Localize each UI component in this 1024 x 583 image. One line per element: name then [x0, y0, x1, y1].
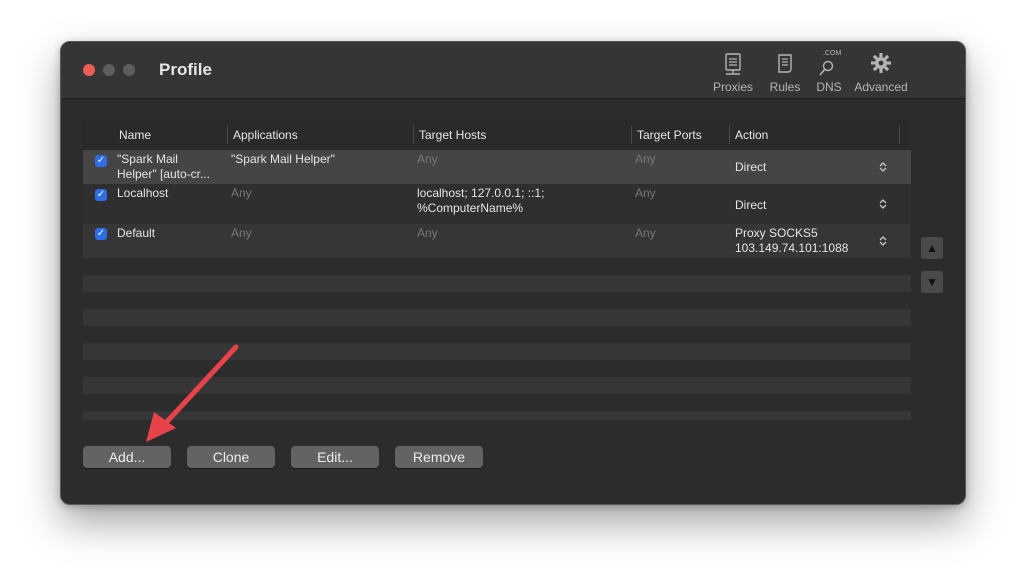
zoom-window-button[interactable] — [123, 64, 135, 76]
column-divider[interactable] — [729, 126, 730, 144]
rule-name: Default — [117, 226, 156, 240]
rule-target-hosts: Any — [417, 152, 438, 166]
rule-action-select[interactable]: Direct — [735, 160, 766, 175]
rule-target-hosts: localhost; 127.0.0.1; ::1; %ComputerName… — [417, 186, 627, 216]
rule-action-line: Proxy SOCKS5 — [735, 226, 818, 240]
toolbar-rules[interactable]: Rules — [765, 50, 805, 96]
rules-icon — [778, 54, 792, 73]
enabled-checkbox[interactable]: ✓ — [95, 189, 107, 201]
edit-button[interactable]: Edit... — [291, 446, 379, 468]
empty-row — [83, 275, 911, 292]
popup-chevron-icon[interactable] — [879, 235, 887, 250]
column-header-target-ports[interactable]: Target Ports — [637, 120, 702, 150]
table-row[interactable]: ✓ Localhost Any localhost; 127.0.0.1; ::… — [83, 184, 911, 224]
dns-icon: .COM — [814, 50, 844, 76]
column-header-name[interactable]: Name — [119, 120, 151, 150]
magnifier-icon — [819, 60, 834, 76]
dns-label: DNS — [816, 80, 842, 94]
table-header: Name Applications Target Hosts Target Po… — [83, 120, 911, 150]
column-header-action[interactable]: Action — [735, 120, 768, 150]
move-down-button[interactable]: ▼ — [921, 271, 943, 293]
dns-icon-badge: .COM — [823, 50, 842, 57]
window-title: Profile — [159, 60, 212, 79]
empty-row — [83, 411, 911, 420]
column-header-target-hosts[interactable]: Target Hosts — [419, 120, 486, 150]
rule-action-select[interactable]: Direct — [735, 198, 766, 213]
close-window-button[interactable] — [83, 64, 95, 76]
rule-target-ports: Any — [635, 186, 656, 200]
rule-action-line: 103.149.74.101:1088 — [735, 241, 849, 255]
rule-applications: Any — [231, 186, 252, 200]
column-divider[interactable] — [899, 126, 900, 144]
popup-chevron-icon[interactable] — [879, 198, 887, 213]
rules-table: Name Applications Target Hosts Target Po… — [83, 120, 911, 420]
move-up-button[interactable]: ▲ — [921, 237, 943, 259]
proxies-icon — [725, 53, 741, 75]
rule-target-ports: Any — [635, 226, 656, 240]
column-divider[interactable] — [413, 126, 414, 144]
title-bar: Profile Proxies Rules .COM DNS Advanced — [61, 42, 965, 99]
column-divider[interactable] — [227, 126, 228, 144]
table-row[interactable]: ✓ "Spark Mail Helper" [auto-cr... "Spark… — [83, 150, 911, 184]
toolbar-advanced[interactable]: Advanced — [853, 50, 909, 96]
column-header-applications[interactable]: Applications — [233, 120, 298, 150]
rule-applications: Any — [231, 226, 252, 240]
column-divider[interactable] — [631, 126, 632, 144]
table-row[interactable]: ✓ Default Any Any Any Proxy SOCKS5 103.1… — [83, 224, 911, 258]
add-button[interactable]: Add... — [83, 446, 171, 468]
minimize-window-button[interactable] — [103, 64, 115, 76]
toolbar-proxies[interactable]: Proxies — [708, 50, 758, 96]
profile-window: Profile Proxies Rules .COM DNS Advanced … — [60, 41, 966, 505]
remove-button[interactable]: Remove — [395, 446, 483, 468]
advanced-label: Advanced — [854, 80, 908, 94]
rule-name: "Spark Mail Helper" [auto-cr... — [117, 152, 225, 182]
enabled-checkbox[interactable]: ✓ — [95, 228, 107, 240]
rule-name-line: "Spark Mail — [117, 152, 178, 166]
gear-icon — [871, 53, 891, 73]
toolbar-dns[interactable]: .COM DNS — [811, 50, 847, 96]
clone-button[interactable]: Clone — [187, 446, 275, 468]
empty-row — [83, 309, 911, 326]
rule-target-hosts: Any — [417, 226, 438, 240]
rule-target-hosts-line: %ComputerName% — [417, 201, 524, 215]
rule-name-line: Helper" [auto-cr... — [117, 167, 210, 181]
rule-applications: "Spark Mail Helper" — [231, 152, 335, 166]
rule-action-select[interactable]: Proxy SOCKS5 103.149.74.101:1088 — [735, 226, 848, 256]
empty-row — [83, 377, 911, 394]
rules-label: Rules — [769, 80, 801, 94]
popup-chevron-icon[interactable] — [879, 161, 887, 176]
empty-row — [83, 343, 911, 360]
enabled-checkbox[interactable]: ✓ — [95, 155, 107, 167]
rule-target-ports: Any — [635, 152, 656, 166]
rule-name: Localhost — [117, 186, 169, 200]
rule-target-hosts-line: localhost; 127.0.0.1; ::1; — [417, 186, 545, 200]
proxies-label: Proxies — [712, 80, 753, 94]
